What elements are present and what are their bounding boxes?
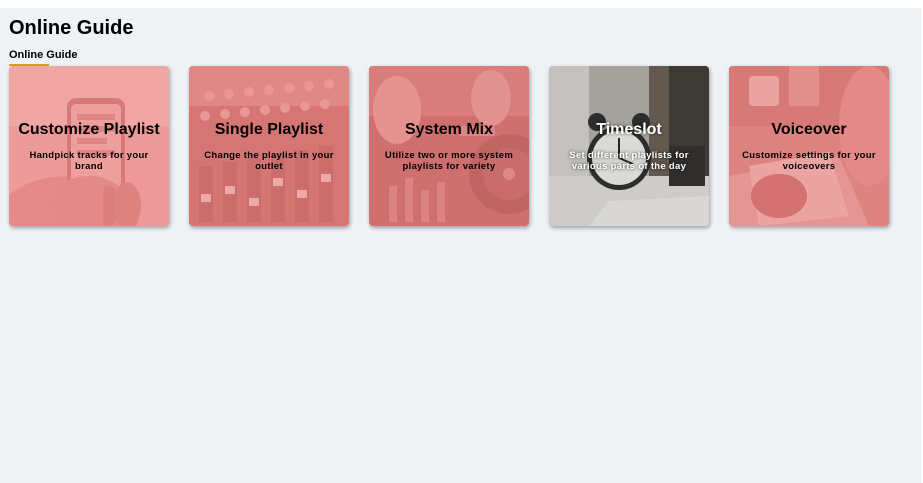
card-system-mix[interactable]: System Mix Utilize two or more system pl… — [369, 66, 529, 226]
card-tint-overlay — [549, 66, 709, 226]
card-title: Timeslot — [596, 121, 662, 138]
card-tint-overlay — [9, 66, 169, 226]
card-title: System Mix — [404, 121, 494, 138]
card-timeslot[interactable]: Timeslot Set different playlists for var… — [549, 66, 709, 226]
card-voiceover[interactable]: Voiceover Customize settings for your vo… — [729, 66, 889, 226]
card-title: Single Playlist — [214, 121, 324, 138]
card-single-playlist[interactable]: Single Playlist Change the playlist in y… — [189, 66, 349, 226]
card-tint-overlay — [729, 66, 889, 226]
card-title: Voiceover — [771, 121, 847, 138]
card-tint-overlay — [369, 66, 529, 226]
card-description: Handpick tracks for your brand — [29, 150, 149, 172]
card-title: Customize Playlist — [18, 121, 160, 138]
page-title: Online Guide — [9, 17, 134, 39]
card-customize-playlist[interactable]: Customize Playlist Handpick tracks for y… — [9, 66, 169, 226]
card-description: Change the playlist in your outlet — [204, 150, 334, 172]
card-tint-overlay — [189, 66, 349, 226]
browser-top-strip — [0, 0, 923, 8]
card-description: Set different playlists for various part… — [569, 150, 689, 172]
card-description: Customize settings for your voiceovers — [742, 150, 876, 172]
card-description: Utilize two or more system playlists for… — [384, 150, 514, 172]
tab-online-guide[interactable]: Online Guide — [9, 48, 77, 62]
